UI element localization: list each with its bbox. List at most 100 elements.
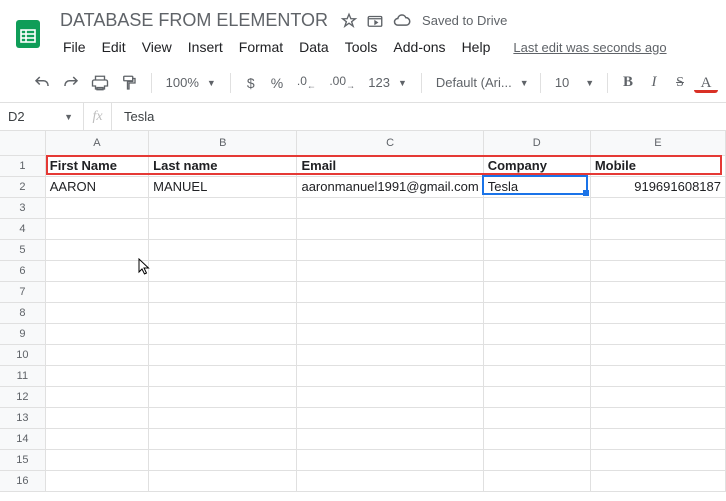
- cell[interactable]: [149, 260, 297, 281]
- cell[interactable]: [45, 365, 148, 386]
- cell[interactable]: [45, 302, 148, 323]
- select-all-corner[interactable]: [0, 131, 45, 155]
- sheets-logo[interactable]: [8, 14, 48, 54]
- cell[interactable]: [590, 365, 725, 386]
- cell[interactable]: [590, 470, 725, 491]
- cell[interactable]: MANUEL: [149, 176, 297, 197]
- cell[interactable]: [45, 344, 148, 365]
- row-header[interactable]: 2: [0, 176, 45, 197]
- cell[interactable]: [483, 470, 590, 491]
- row-header[interactable]: 13: [0, 407, 45, 428]
- cell[interactable]: [590, 407, 725, 428]
- row-header[interactable]: 14: [0, 428, 45, 449]
- cell[interactable]: [590, 239, 725, 260]
- row-header[interactable]: 15: [0, 449, 45, 470]
- row-header[interactable]: 5: [0, 239, 45, 260]
- cell[interactable]: [45, 386, 148, 407]
- row-header[interactable]: 12: [0, 386, 45, 407]
- col-header-B[interactable]: B: [149, 131, 297, 155]
- cell[interactable]: [483, 302, 590, 323]
- cell[interactable]: First Name: [45, 155, 148, 176]
- currency-button[interactable]: $: [239, 71, 263, 95]
- cell[interactable]: [483, 260, 590, 281]
- font-size-dropdown[interactable]: 10▼: [549, 71, 599, 94]
- cell[interactable]: [45, 197, 148, 218]
- cell[interactable]: [149, 386, 297, 407]
- star-icon[interactable]: [340, 12, 358, 30]
- col-header-C[interactable]: C: [297, 131, 483, 155]
- cell[interactable]: [483, 323, 590, 344]
- cell[interactable]: [483, 218, 590, 239]
- row-header[interactable]: 6: [0, 260, 45, 281]
- menu-addons[interactable]: Add-ons: [386, 35, 452, 59]
- cell[interactable]: [149, 302, 297, 323]
- cell[interactable]: Email: [297, 155, 483, 176]
- cell[interactable]: [297, 197, 483, 218]
- move-icon[interactable]: [366, 12, 384, 30]
- row-header[interactable]: 9: [0, 323, 45, 344]
- row-header[interactable]: 4: [0, 218, 45, 239]
- cell[interactable]: [590, 281, 725, 302]
- cell[interactable]: [297, 428, 483, 449]
- cloud-status[interactable]: Saved to Drive: [392, 11, 507, 31]
- cell[interactable]: [149, 470, 297, 491]
- print-icon[interactable]: [86, 69, 113, 97]
- menu-format[interactable]: Format: [232, 35, 290, 59]
- cell[interactable]: [590, 197, 725, 218]
- menu-help[interactable]: Help: [455, 35, 498, 59]
- cell[interactable]: [45, 323, 148, 344]
- cell[interactable]: [45, 449, 148, 470]
- paint-format-icon[interactable]: [116, 69, 143, 97]
- cell[interactable]: [149, 365, 297, 386]
- menu-view[interactable]: View: [135, 35, 179, 59]
- zoom-dropdown[interactable]: 100%▼: [160, 71, 222, 94]
- cell[interactable]: [483, 281, 590, 302]
- cell[interactable]: [149, 428, 297, 449]
- row-header[interactable]: 1: [0, 155, 45, 176]
- cell[interactable]: [590, 428, 725, 449]
- cell[interactable]: [297, 386, 483, 407]
- formula-bar[interactable]: Tesla: [112, 109, 726, 124]
- cell[interactable]: 919691608187: [590, 176, 725, 197]
- col-header-A[interactable]: A: [45, 131, 148, 155]
- row-header[interactable]: 8: [0, 302, 45, 323]
- percent-button[interactable]: %: [265, 71, 289, 95]
- menu-edit[interactable]: Edit: [95, 35, 133, 59]
- cell[interactable]: [149, 281, 297, 302]
- cell[interactable]: [590, 218, 725, 239]
- decrease-decimal-button[interactable]: .0←: [291, 70, 321, 94]
- cell[interactable]: Last name: [149, 155, 297, 176]
- text-color-button[interactable]: A: [694, 72, 718, 93]
- undo-icon[interactable]: [28, 69, 55, 97]
- cell[interactable]: [297, 239, 483, 260]
- cell[interactable]: [149, 323, 297, 344]
- cell-active[interactable]: Tesla: [483, 176, 590, 197]
- cell[interactable]: [483, 239, 590, 260]
- cell[interactable]: [45, 239, 148, 260]
- redo-icon[interactable]: [57, 69, 84, 97]
- cell[interactable]: aaronmanuel1991@gmail.com: [297, 176, 483, 197]
- menu-insert[interactable]: Insert: [181, 35, 230, 59]
- cell[interactable]: [149, 218, 297, 239]
- row-header[interactable]: 16: [0, 470, 45, 491]
- cell[interactable]: [483, 428, 590, 449]
- cell[interactable]: [483, 386, 590, 407]
- cell[interactable]: [483, 344, 590, 365]
- last-edit-link[interactable]: Last edit was seconds ago: [513, 40, 666, 55]
- cell[interactable]: [297, 407, 483, 428]
- cell[interactable]: [297, 260, 483, 281]
- bold-button[interactable]: B: [616, 70, 640, 95]
- cell[interactable]: [590, 386, 725, 407]
- row-header[interactable]: 10: [0, 344, 45, 365]
- cell[interactable]: [590, 260, 725, 281]
- more-formats-dropdown[interactable]: 123▼: [362, 71, 413, 94]
- document-title[interactable]: DATABASE FROM ELEMENTOR: [56, 8, 332, 33]
- cell[interactable]: [149, 239, 297, 260]
- name-box-dropdown[interactable]: ▼: [48, 103, 84, 130]
- cell[interactable]: [45, 428, 148, 449]
- cell[interactable]: [483, 365, 590, 386]
- increase-decimal-button[interactable]: .00→: [323, 70, 360, 94]
- col-header-D[interactable]: D: [483, 131, 590, 155]
- menu-data[interactable]: Data: [292, 35, 336, 59]
- col-header-E[interactable]: E: [590, 131, 725, 155]
